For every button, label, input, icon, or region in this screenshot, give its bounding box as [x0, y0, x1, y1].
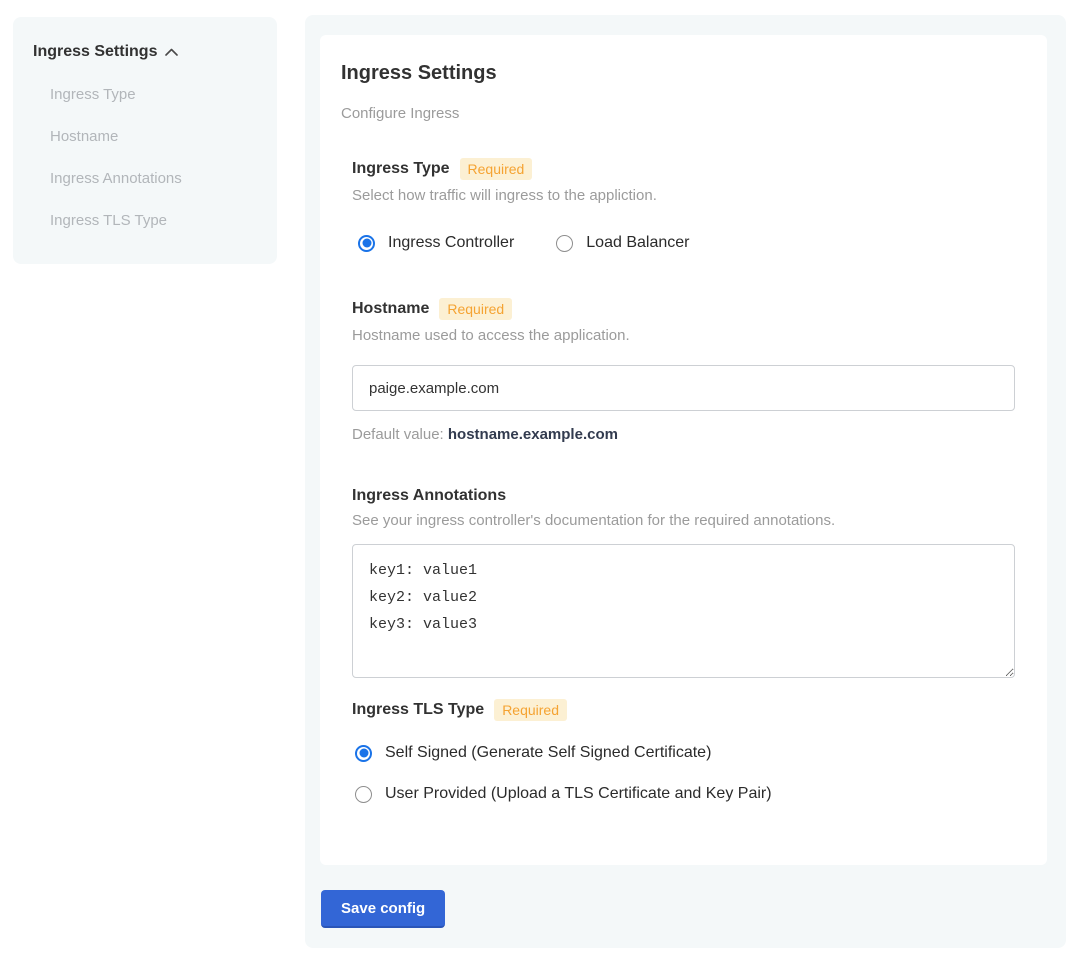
page-title: Ingress Settings: [341, 62, 1026, 85]
radio-icon-unselected[interactable]: [355, 786, 372, 803]
required-badge: Required: [460, 158, 533, 180]
sidebar-item-list: Ingress Type Hostname Ingress Annotation…: [33, 86, 257, 229]
radio-option-user-provided[interactable]: User Provided (Upload a TLS Certificate …: [355, 785, 1015, 803]
field-ingress-annotations: Ingress Annotations See your ingress con…: [352, 487, 1015, 678]
sidebar-item-hostname[interactable]: Hostname: [50, 128, 257, 145]
sidebar-group-ingress-settings[interactable]: Ingress Settings: [33, 43, 257, 61]
radio-option-self-signed[interactable]: Self Signed (Generate Self Signed Certif…: [355, 744, 1015, 762]
field-hostname: Hostname Required Hostname used to acces…: [352, 298, 1015, 443]
sidebar-item-ingress-tls-type[interactable]: Ingress TLS Type: [50, 212, 257, 229]
chevron-up-icon[interactable]: [165, 48, 178, 56]
hostname-default-value: Default value: hostname.example.com: [352, 426, 1015, 443]
config-panel: Ingress Settings Configure Ingress Ingre…: [305, 15, 1066, 948]
ingress-annotations-textarea[interactable]: key1: value1 key2: value2 key3: value3: [352, 544, 1015, 678]
default-value-text: hostname.example.com: [448, 426, 618, 443]
radio-icon-selected[interactable]: [358, 235, 375, 252]
sidebar-item-ingress-type[interactable]: Ingress Type: [50, 86, 257, 103]
radio-option-label: Load Balancer: [586, 234, 689, 252]
required-badge: Required: [494, 699, 567, 721]
sidebar-group-label: Ingress Settings: [33, 43, 157, 61]
radio-option-load-balancer[interactable]: Load Balancer: [556, 234, 689, 252]
radio-option-label: Ingress Controller: [388, 234, 514, 252]
radio-option-label: Self Signed (Generate Self Signed Certif…: [385, 744, 711, 762]
hostname-label: Hostname: [352, 300, 429, 318]
ingress-type-label: Ingress Type: [352, 160, 450, 178]
radio-option-label: User Provided (Upload a TLS Certificate …: [385, 785, 772, 803]
config-nav-sidebar: Ingress Settings Ingress Type Hostname I…: [13, 17, 277, 264]
default-value-prefix: Default value:: [352, 426, 448, 443]
sidebar-item-ingress-annotations[interactable]: Ingress Annotations: [50, 170, 257, 187]
radio-icon-unselected[interactable]: [556, 235, 573, 252]
required-badge: Required: [439, 298, 512, 320]
field-ingress-tls-type: Ingress TLS Type Required Self Signed (G…: [352, 699, 1015, 803]
hostname-help: Hostname used to access the application.: [352, 327, 1015, 344]
ingress-annotations-label: Ingress Annotations: [352, 487, 506, 505]
ingress-tls-type-label: Ingress TLS Type: [352, 701, 484, 719]
ingress-annotations-help: See your ingress controller's documentat…: [352, 512, 1015, 529]
tls-type-radio-group: Self Signed (Generate Self Signed Certif…: [355, 744, 1015, 803]
ingress-type-radio-group: Ingress Controller Load Balancer: [358, 234, 1015, 252]
field-ingress-type: Ingress Type Required Select how traffic…: [352, 158, 1015, 252]
radio-icon-selected[interactable]: [355, 745, 372, 762]
page-subtitle: Configure Ingress: [341, 105, 1026, 122]
hostname-input[interactable]: [352, 365, 1015, 411]
ingress-type-help: Select how traffic will ingress to the a…: [352, 187, 1015, 204]
save-config-button[interactable]: Save config: [321, 890, 445, 928]
radio-option-ingress-controller[interactable]: Ingress Controller: [358, 234, 514, 252]
ingress-settings-card: Ingress Settings Configure Ingress Ingre…: [320, 35, 1047, 865]
